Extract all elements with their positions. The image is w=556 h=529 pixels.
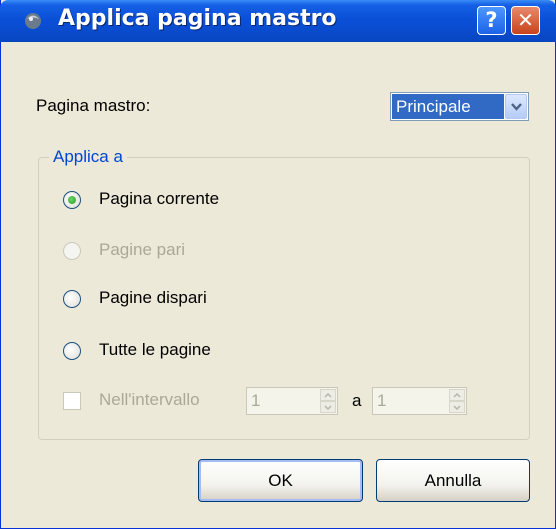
range-from-spin-buttons <box>320 389 336 413</box>
spin-up-button <box>449 389 465 401</box>
spin-up-button <box>320 389 336 401</box>
apply-to-legend: Applica a <box>49 147 127 167</box>
radio-all-pages-label[interactable]: Tutte le pagine <box>99 340 211 360</box>
range-label: Nell'intervallo <box>99 390 200 409</box>
ok-button[interactable]: OK <box>198 459 363 502</box>
range-to-spin-buttons <box>449 389 465 413</box>
chevron-down-icon <box>324 405 332 410</box>
range-from-value: 1 <box>251 391 261 410</box>
chevron-down-icon <box>453 405 461 410</box>
radio-current-page[interactable] <box>63 191 81 209</box>
chevron-up-icon <box>453 393 461 398</box>
app-icon <box>25 13 41 29</box>
master-page-select[interactable]: Principale <box>390 92 529 121</box>
dialog-window: Applica pagina mastro ? ✕ Pagina mastro:… <box>0 0 556 529</box>
range-separator: a <box>352 391 362 410</box>
dropdown-button[interactable] <box>505 94 527 119</box>
help-button[interactable]: ? <box>477 6 506 35</box>
chevron-down-icon <box>511 103 522 111</box>
radio-odd-pages[interactable] <box>63 290 81 308</box>
radio-all-pages[interactable] <box>63 342 81 360</box>
cancel-button[interactable]: Annulla <box>376 459 530 502</box>
radio-odd-pages-label[interactable]: Pagine dispari <box>99 288 207 308</box>
close-button[interactable]: ✕ <box>511 6 540 35</box>
master-page-value: Principale <box>392 94 504 119</box>
chevron-up-icon <box>324 393 332 398</box>
spin-down-button <box>449 401 465 413</box>
title-bar[interactable]: Applica pagina mastro ? ✕ <box>0 0 556 42</box>
spin-down-button <box>320 401 336 413</box>
range-from-spinbox: 1 <box>246 387 338 415</box>
radio-current-page-label[interactable]: Pagina corrente <box>99 189 219 209</box>
window-title: Applica pagina mastro <box>58 6 337 31</box>
range-to-spinbox: 1 <box>372 387 467 415</box>
radio-even-pages-label: Pagine pari <box>99 240 186 259</box>
master-page-label: Pagina mastro: <box>36 96 151 115</box>
range-checkbox <box>63 392 81 410</box>
range-to-value: 1 <box>377 391 387 410</box>
radio-selected-dot <box>68 196 76 204</box>
radio-even-pages <box>63 242 81 260</box>
